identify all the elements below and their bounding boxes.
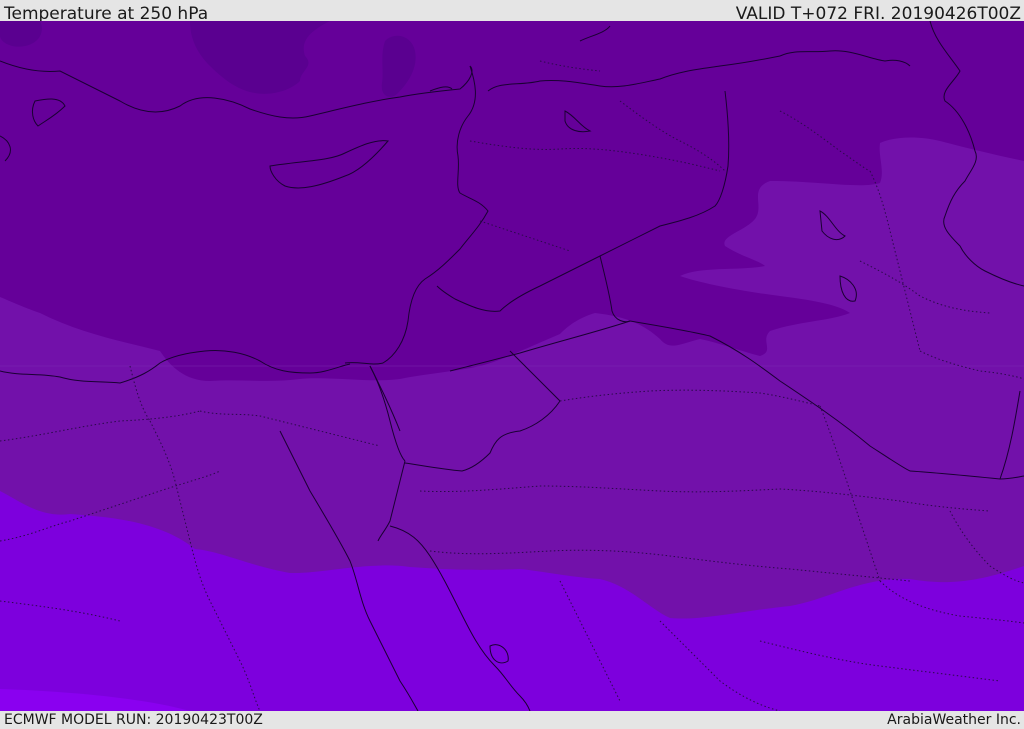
valid-time-label: VALID T+072 FRI. 20190426T00Z	[735, 4, 1021, 21]
map-title: Temperature at 250 hPa	[4, 4, 209, 21]
header-bar: Temperature at 250 hPa VALID T+072 FRI. …	[0, 0, 1024, 21]
footer-bar: ECMWF MODEL RUN: 20190423T00Z ArabiaWeat…	[0, 711, 1024, 729]
credit-label: ArabiaWeather Inc.	[887, 712, 1021, 728]
model-run-label: ECMWF MODEL RUN: 20190423T00Z	[4, 712, 263, 728]
weather-map-frame: Temperature at 250 hPa VALID T+072 FRI. …	[0, 0, 1024, 729]
temperature-map	[0, 21, 1024, 711]
